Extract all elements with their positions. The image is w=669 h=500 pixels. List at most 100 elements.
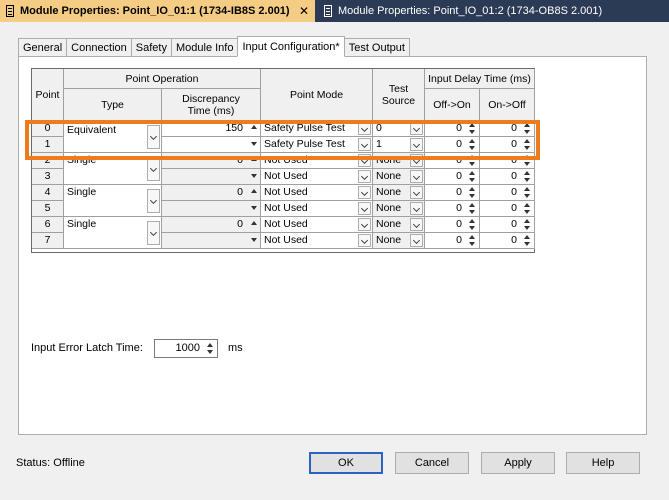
point-mode-dropdown[interactable]: Not Used [261,169,373,185]
test-source-dropdown[interactable]: None [373,233,425,249]
point-mode-dropdown[interactable]: Not Used [261,153,373,169]
help-button[interactable]: Help [566,452,640,474]
spin-down-icon[interactable] [251,142,257,146]
spin-up-icon[interactable] [251,189,257,193]
spin-up-icon[interactable] [251,221,257,225]
chevron-down-icon[interactable] [410,186,423,199]
test-source-dropdown[interactable]: None [373,201,425,217]
type-dropdown[interactable]: Single [64,185,162,217]
chevron-down-icon[interactable] [358,138,371,151]
test-source-dropdown[interactable]: 0 [373,121,425,137]
off-on-delay-input[interactable]: 0 [425,137,480,153]
ok-button[interactable]: OK [309,452,383,474]
tab-module-info[interactable]: Module Info [170,38,239,57]
type-dropdown[interactable]: Single [64,217,162,249]
discrepancy-time-spinner[interactable] [162,201,261,217]
cancel-button[interactable]: Cancel [395,452,469,474]
apply-button[interactable]: Apply [481,452,555,474]
chevron-down-icon[interactable] [410,122,423,135]
chevron-down-icon[interactable] [410,138,423,151]
type-dropdown[interactable]: Single [64,153,162,185]
test-source-dropdown[interactable]: None [373,185,425,201]
chevron-down-icon[interactable] [358,234,371,247]
discrepancy-time-spinner[interactable] [162,169,261,185]
chevron-down-icon[interactable] [410,202,423,215]
discrepancy-time-spinner[interactable] [162,137,261,153]
chevron-down-icon[interactable] [147,125,160,149]
on-off-delay-input[interactable]: 0 [480,153,535,169]
doc-tab-output-module[interactable]: Module Properties: Point_IO_01:2 (1734-O… [318,0,618,22]
on-off-delay-input[interactable]: 0 [480,137,535,153]
chevron-down-icon[interactable] [358,170,371,183]
spin-up-icon[interactable] [251,157,257,161]
off-on-delay-input[interactable]: 0 [425,201,480,217]
point-mode-dropdown[interactable]: Not Used [261,201,373,217]
point-mode-dropdown[interactable]: Not Used [261,217,373,233]
type-dropdown[interactable]: Equivalent [64,121,162,153]
spinner-icon[interactable] [523,138,532,151]
spinner-icon[interactable] [523,154,532,167]
discrepancy-time-spinner[interactable] [162,233,261,249]
spinner-icon[interactable] [468,186,477,199]
doc-tab-input-module[interactable]: Module Properties: Point_IO_01:1 (1734-I… [0,0,315,22]
chevron-down-icon[interactable] [410,154,423,167]
discrepancy-time-input[interactable]: 0 [162,185,261,201]
tab-test-output[interactable]: Test Output [343,38,410,57]
off-on-delay-input[interactable]: 0 [425,217,480,233]
tab-input-configuration[interactable]: Input Configuration* [237,36,345,57]
off-on-delay-input[interactable]: 0 [425,185,480,201]
point-mode-dropdown[interactable]: Not Used [261,233,373,249]
spin-down-icon[interactable] [251,206,257,210]
chevron-down-icon[interactable] [410,218,423,231]
spinner-icon[interactable] [468,138,477,151]
chevron-down-icon[interactable] [358,154,371,167]
tab-safety[interactable]: Safety [130,38,172,57]
chevron-down-icon[interactable] [410,234,423,247]
discrepancy-time-input[interactable]: 150 [162,121,261,137]
close-icon[interactable]: ✕ [299,4,309,18]
spinner-icon[interactable] [523,186,532,199]
spinner-icon[interactable] [206,342,215,355]
tab-general[interactable]: General [18,38,68,57]
on-off-delay-input[interactable]: 0 [480,201,535,217]
discrepancy-time-input[interactable]: 0 [162,217,261,233]
off-on-delay-input[interactable]: 0 [425,233,480,249]
spinner-icon[interactable] [523,234,532,247]
spin-down-icon[interactable] [251,238,257,242]
on-off-delay-input[interactable]: 0 [480,233,535,249]
chevron-down-icon[interactable] [358,186,371,199]
spinner-icon[interactable] [468,154,477,167]
spinner-icon[interactable] [468,122,477,135]
point-mode-dropdown[interactable]: Not Used [261,185,373,201]
on-off-delay-input[interactable]: 0 [480,217,535,233]
test-source-dropdown[interactable]: None [373,169,425,185]
chevron-down-icon[interactable] [147,157,160,181]
off-on-delay-input[interactable]: 0 [425,153,480,169]
on-off-delay-input[interactable]: 0 [480,121,535,137]
spinner-icon[interactable] [523,122,532,135]
spin-up-icon[interactable] [251,125,257,129]
spin-down-icon[interactable] [251,174,257,178]
spinner-icon[interactable] [468,234,477,247]
spinner-icon[interactable] [468,170,477,183]
chevron-down-icon[interactable] [147,221,160,245]
chevron-down-icon[interactable] [410,170,423,183]
spinner-icon[interactable] [468,218,477,231]
tab-connection[interactable]: Connection [66,38,132,57]
test-source-dropdown[interactable]: 1 [373,137,425,153]
off-on-delay-input[interactable]: 0 [425,169,480,185]
point-mode-dropdown[interactable]: Safety Pulse Test [261,137,373,153]
discrepancy-time-input[interactable]: 0 [162,153,261,169]
chevron-down-icon[interactable] [147,189,160,213]
test-source-dropdown[interactable]: None [373,153,425,169]
off-on-delay-input[interactable]: 0 [425,121,480,137]
spinner-icon[interactable] [523,218,532,231]
chevron-down-icon[interactable] [358,218,371,231]
latch-time-input[interactable]: 1000 [154,339,218,358]
test-source-dropdown[interactable]: None [373,217,425,233]
spinner-icon[interactable] [523,170,532,183]
chevron-down-icon[interactable] [358,122,371,135]
point-mode-dropdown[interactable]: Safety Pulse Test [261,121,373,137]
on-off-delay-input[interactable]: 0 [480,185,535,201]
on-off-delay-input[interactable]: 0 [480,169,535,185]
